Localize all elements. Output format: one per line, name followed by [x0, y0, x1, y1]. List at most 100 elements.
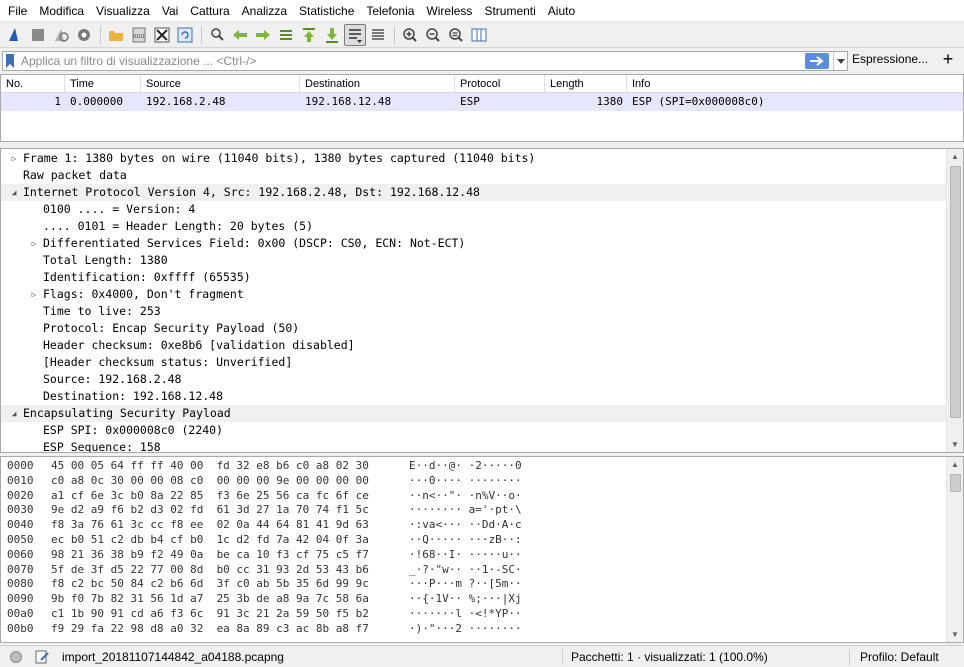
- byte-ascii[interactable]: ···P···m ?··[5m··: [401, 577, 522, 592]
- byte-hex[interactable]: f9 29 fa 22 98 d8 a0 32 ea 8a 89 c3 ac 8…: [41, 622, 401, 637]
- byte-hex[interactable]: c0 a8 0c 30 00 00 08 c0 00 00 00 9e 00 0…: [41, 474, 401, 489]
- byte-hex[interactable]: f8 3a 76 61 3c cc f8 ee 02 0a 44 64 81 4…: [41, 518, 401, 533]
- open-file-icon[interactable]: [105, 24, 127, 46]
- byte-hex[interactable]: 9b f0 7b 82 31 56 1d a7 25 3b de a8 9a 7…: [41, 592, 401, 607]
- restart-capture-icon[interactable]: [50, 24, 72, 46]
- collapse-arrow-icon[interactable]: ◢: [9, 184, 19, 201]
- byte-hex[interactable]: ec b0 51 c2 db b4 cf b0 1c d2 fd 7a 42 0…: [41, 533, 401, 548]
- tree-item-frame[interactable]: ▷ Frame 1: 1380 bytes on wire (11040 bits…: [1, 150, 963, 167]
- column-length[interactable]: Length: [545, 75, 627, 92]
- tree-item-source[interactable]: Source: 192.168.2.48: [1, 371, 963, 388]
- menu-cattura[interactable]: Cattura: [184, 0, 235, 22]
- scroll-up-icon[interactable]: ▲: [951, 460, 959, 469]
- tree-item-checksum-status[interactable]: [Header checksum status: Unverified]: [1, 354, 963, 371]
- tree-item-dsfield[interactable]: ▷ Differentiated Services Field: 0x00 (DS…: [1, 235, 963, 252]
- menu-aiuto[interactable]: Aiuto: [542, 0, 581, 22]
- reload-file-icon[interactable]: [174, 24, 196, 46]
- expert-info-icon[interactable]: [10, 650, 22, 663]
- menu-analizza[interactable]: Analizza: [236, 0, 293, 22]
- byte-ascii[interactable]: E··d··@· ·2·····0: [401, 459, 522, 474]
- bytes-scroll-thumb[interactable]: [950, 474, 961, 492]
- go-back-icon[interactable]: [229, 24, 251, 46]
- scroll-up-icon[interactable]: ▲: [951, 152, 959, 161]
- menu-vai[interactable]: Vai: [156, 0, 184, 22]
- tree-item-ttl[interactable]: Time to live: 253: [1, 303, 963, 320]
- bookmark-icon[interactable]: [3, 52, 17, 70]
- display-filter-input[interactable]: [17, 53, 805, 69]
- expand-arrow-icon[interactable]: ▷: [9, 150, 19, 167]
- expand-arrow-icon[interactable]: ▷: [29, 286, 39, 303]
- column-destination[interactable]: Destination: [300, 75, 455, 92]
- stop-capture-icon[interactable]: [27, 24, 49, 46]
- tree-item-ipv4[interactable]: ◢ Internet Protocol Version 4, Src: 192.1…: [1, 184, 963, 201]
- capture-options-icon[interactable]: [73, 24, 95, 46]
- autoscroll-icon[interactable]: [344, 23, 366, 46]
- byte-ascii[interactable]: _·?·"w·· ··1·-SC·: [401, 563, 522, 578]
- byte-ascii[interactable]: ··Q····· ···zB··:: [401, 533, 522, 548]
- first-packet-icon[interactable]: [298, 24, 320, 46]
- byte-hex[interactable]: 98 21 36 38 b9 f2 49 0a be ca 10 f3 cf 7…: [41, 548, 401, 563]
- tree-item-total-length[interactable]: Total Length: 1380: [1, 252, 963, 269]
- go-to-packet-icon[interactable]: [275, 24, 297, 46]
- column-time[interactable]: Time: [65, 75, 141, 92]
- menu-wireless[interactable]: Wireless: [420, 0, 478, 22]
- byte-ascii[interactable]: ·······l ·<!*YP··: [401, 607, 522, 622]
- capture-comment-icon[interactable]: [34, 649, 54, 665]
- menu-strumenti[interactable]: Strumenti: [478, 0, 541, 22]
- byte-ascii[interactable]: ········ a='·pt·\: [401, 503, 522, 518]
- status-profile[interactable]: Profilo: Default: [860, 650, 939, 664]
- menu-visualizza[interactable]: Visualizza: [90, 0, 156, 22]
- bytes-scrollbar[interactable]: ▲ ▼: [946, 457, 963, 642]
- save-file-icon[interactable]: 0101: [128, 24, 150, 46]
- chevron-down-icon[interactable]: [833, 52, 847, 70]
- byte-hex[interactable]: a1 cf 6e 3c b0 8a 22 85 f3 6e 25 56 ca f…: [41, 489, 401, 504]
- byte-ascii[interactable]: ···0···· ········: [401, 474, 522, 489]
- byte-hex[interactable]: c1 1b 90 91 cd a6 f3 6c 91 3c 21 2a 59 5…: [41, 607, 401, 622]
- byte-ascii[interactable]: ··{·1V·· %;···|Xj: [401, 592, 522, 607]
- start-capture-fin-icon[interactable]: [4, 24, 26, 46]
- go-forward-icon[interactable]: [252, 24, 274, 46]
- last-packet-icon[interactable]: [321, 24, 343, 46]
- byte-hex[interactable]: f8 c2 bc 50 84 c2 b6 6d 3f c0 ab 5b 35 6…: [41, 577, 401, 592]
- scroll-down-icon[interactable]: ▼: [951, 630, 959, 639]
- packet-list[interactable]: No. Time Source Destination Protocol Len…: [0, 74, 964, 142]
- zoom-reset-icon[interactable]: [445, 24, 467, 46]
- byte-hex[interactable]: 9e d2 a9 f6 b2 d3 02 fd 61 3d 27 1a 70 7…: [41, 503, 401, 518]
- add-filter-button[interactable]: +: [940, 49, 956, 70]
- expression-button[interactable]: Espressione...: [852, 52, 928, 66]
- tree-item-esp[interactable]: ◢ Encapsulating Security Payload: [1, 405, 963, 422]
- tree-item-checksum[interactable]: Header checksum: 0xe8b6 [validation disa…: [1, 337, 963, 354]
- apply-filter-icon[interactable]: [805, 53, 829, 69]
- packet-bytes-pane[interactable]: 0000 45 00 05 64 ff ff 40 00 fd 32 e8 b6 …: [0, 456, 964, 643]
- byte-hex[interactable]: 5f de 3f d5 22 77 00 8d b0 cc 31 93 2d 5…: [41, 563, 401, 578]
- collapse-arrow-icon[interactable]: ◢: [9, 405, 19, 422]
- details-scrollbar[interactable]: ▲ ▼: [946, 149, 963, 452]
- scroll-down-icon[interactable]: ▼: [951, 440, 959, 449]
- expand-arrow-icon[interactable]: ▷: [29, 235, 39, 252]
- zoom-in-icon[interactable]: [399, 24, 421, 46]
- tree-item-raw[interactable]: Raw packet data: [1, 167, 963, 184]
- byte-ascii[interactable]: ··n<··"· ·n%V··o·: [401, 489, 522, 504]
- menu-file[interactable]: File: [2, 0, 33, 22]
- menu-telefonia[interactable]: Telefonia: [360, 0, 420, 22]
- tree-item-header-length[interactable]: .... 0101 = Header Length: 20 bytes (5): [1, 218, 963, 235]
- details-scroll-thumb[interactable]: [950, 166, 961, 418]
- menu-modifica[interactable]: Modifica: [33, 0, 90, 22]
- zoom-out-icon[interactable]: [422, 24, 444, 46]
- tree-item-esp-spi[interactable]: ESP SPI: 0x000008c0 (2240): [1, 422, 963, 439]
- byte-hex[interactable]: 45 00 05 64 ff ff 40 00 fd 32 e8 b6 c0 a…: [41, 459, 401, 474]
- find-packet-icon[interactable]: [206, 24, 228, 46]
- packet-details-tree[interactable]: ▷ Frame 1: 1380 bytes on wire (11040 bits…: [0, 148, 964, 453]
- resize-columns-icon[interactable]: [468, 24, 490, 46]
- column-source[interactable]: Source: [141, 75, 300, 92]
- close-file-icon[interactable]: [151, 24, 173, 46]
- packet-row[interactable]: 1 0.000000 192.168.2.48 192.168.12.48 ES…: [1, 93, 963, 111]
- byte-ascii[interactable]: ·!68··I· ·····u··: [401, 548, 522, 563]
- colorize-icon[interactable]: [367, 24, 389, 46]
- tree-item-protocol[interactable]: Protocol: Encap Security Payload (50): [1, 320, 963, 337]
- tree-item-flags[interactable]: ▷ Flags: 0x4000, Don't fragment: [1, 286, 963, 303]
- column-protocol[interactable]: Protocol: [455, 75, 545, 92]
- column-info[interactable]: Info: [627, 75, 961, 92]
- byte-ascii[interactable]: ·:va<··· ··Dd·A·c: [401, 518, 522, 533]
- menu-statistiche[interactable]: Statistiche: [293, 0, 360, 22]
